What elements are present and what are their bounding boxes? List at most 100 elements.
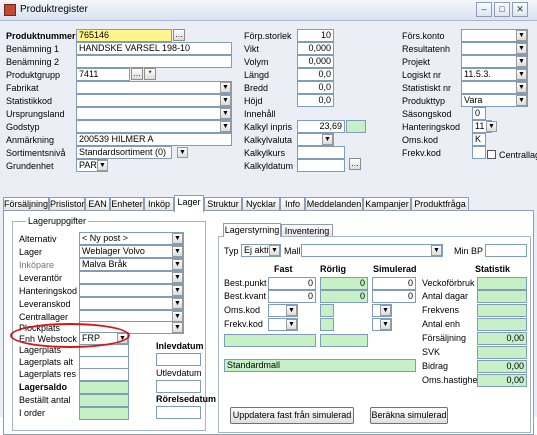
- tab-info[interactable]: Info: [280, 197, 305, 211]
- typ-dropdown-icon[interactable]: ▼: [269, 245, 280, 256]
- produktnummer-lookup-button[interactable]: …: [173, 29, 185, 41]
- leveranskod-field[interactable]: [79, 297, 184, 310]
- sortimentsniva-field[interactable]: Standardsortiment (0): [76, 146, 172, 159]
- lager-field[interactable]: Weblager Volvo: [79, 245, 184, 258]
- inkopare-dropdown-icon[interactable]: ▼: [172, 259, 183, 270]
- kalkylvaluta-label: Kalkylvaluta: [244, 135, 293, 145]
- godstyp-dropdown-icon[interactable]: ▼: [220, 121, 231, 132]
- stat-antal-dagar-value: [477, 290, 527, 303]
- godstyp-field[interactable]: [76, 120, 232, 133]
- min-bp-field[interactable]: [485, 244, 527, 257]
- typ-label: Typ: [224, 246, 239, 256]
- tab-ean[interactable]: EAN: [85, 197, 110, 211]
- ursprungsland-dropdown-icon[interactable]: ▼: [220, 108, 231, 119]
- stat-bidrag-label: Bidrag: [422, 361, 449, 371]
- sortimentsniva-dropdown-icon[interactable]: ▼: [177, 147, 188, 158]
- tab-forsaljning[interactable]: Försäljning: [3, 197, 49, 211]
- ls-oms-kod-label: Oms.kod: [224, 305, 261, 315]
- kalkylkurs-field[interactable]: [297, 146, 345, 159]
- ls-oms-kod-dropdown-icon[interactable]: ▼: [286, 305, 297, 316]
- statistikkod-dropdown-icon[interactable]: ▼: [220, 95, 231, 106]
- ls-oms-kod-sim-dropdown-icon[interactable]: ▼: [380, 305, 391, 316]
- resultatenh-dropdown-icon[interactable]: ▼: [516, 43, 527, 54]
- tab-meddelanden[interactable]: Meddelanden: [305, 197, 363, 211]
- volym-field[interactable]: 0,000: [297, 55, 334, 68]
- best-kvant-simulerad-field[interactable]: 0: [372, 290, 416, 303]
- mall-field[interactable]: [301, 244, 443, 257]
- lager-hanteringskod-dropdown-icon[interactable]: ▼: [172, 285, 183, 296]
- close-button[interactable]: ✕: [512, 2, 528, 17]
- vikt-field[interactable]: 0,000: [297, 42, 334, 55]
- alternativ-field[interactable]: < Ny post >: [79, 232, 184, 245]
- bredd-field[interactable]: 0,0: [297, 81, 334, 94]
- ls-frekv-kod-rorlig-field: [320, 318, 334, 331]
- langd-field[interactable]: 0,0: [297, 68, 334, 81]
- alternativ-dropdown-icon[interactable]: ▼: [172, 233, 183, 244]
- fabrikat-dropdown-icon[interactable]: ▼: [220, 82, 231, 93]
- anmarkning-field[interactable]: 200539 HILMER A: [76, 133, 232, 146]
- tab-lager[interactable]: Lager: [174, 195, 204, 212]
- window-title: Produktregister: [20, 4, 88, 15]
- hojd-field[interactable]: 0,0: [297, 94, 334, 107]
- inlevdatum-label: Inlevdatum: [156, 341, 204, 351]
- leverantor-field[interactable]: [79, 271, 184, 284]
- tab-struktur[interactable]: Struktur: [204, 197, 242, 211]
- mall-label: Mall: [284, 246, 301, 256]
- benamning2-field[interactable]: [76, 55, 232, 68]
- tab-kampanjer[interactable]: Kampanjer: [363, 197, 411, 211]
- ls-frekv-kod-dropdown-icon[interactable]: ▼: [286, 319, 297, 330]
- sasongskod-field[interactable]: 0: [472, 107, 486, 120]
- minimize-button[interactable]: –: [476, 2, 492, 17]
- grundenhet-dropdown-icon[interactable]: ▼: [97, 160, 108, 171]
- best-punkt-simulerad-field[interactable]: 0: [372, 277, 416, 290]
- hanteringskod-dropdown-icon[interactable]: ▼: [486, 121, 497, 132]
- stat-frekvens-label: Frekvens: [422, 305, 460, 315]
- best-punkt-fast-field[interactable]: 0: [268, 277, 316, 290]
- leverantor-dropdown-icon[interactable]: ▼: [172, 272, 183, 283]
- frekv-kod-field[interactable]: [472, 146, 486, 159]
- produktgrupp-star-button[interactable]: *: [144, 68, 156, 80]
- lagersaldo-field: [79, 381, 129, 394]
- logiskt-nr-dropdown-icon[interactable]: ▼: [516, 69, 527, 80]
- kalkyldatum-picker-button[interactable]: …: [349, 158, 361, 170]
- fabrikat-field[interactable]: [76, 81, 232, 94]
- statistiskt-nr-dropdown-icon[interactable]: ▼: [516, 82, 527, 93]
- inkopare-label: Inköpare: [19, 260, 55, 270]
- tab-prislistor[interactable]: Prislistor: [49, 197, 85, 211]
- forp-storlek-field[interactable]: 10: [297, 29, 334, 42]
- kalkyldatum-field[interactable]: [297, 159, 345, 172]
- best-kvant-fast-field[interactable]: 0: [268, 290, 316, 303]
- tab-enheter[interactable]: Enheter: [110, 197, 144, 211]
- projekt-dropdown-icon[interactable]: ▼: [516, 56, 527, 67]
- tab-inkop[interactable]: Inköp: [144, 197, 174, 211]
- fors-konto-dropdown-icon[interactable]: ▼: [516, 30, 527, 41]
- best-punkt-label: Best.punkt: [224, 278, 267, 288]
- statistikkod-field[interactable]: [76, 94, 232, 107]
- lagerplats-res-field[interactable]: [79, 368, 129, 381]
- plockplats-dropdown-icon[interactable]: ▼: [172, 322, 183, 333]
- lageruppgifter-title: Lageruppgifter: [26, 216, 89, 226]
- update-fast-from-simulated-button[interactable]: Uppdatera fast från simulerad: [230, 407, 354, 424]
- kalkyl-inpris-field[interactable]: 23,69: [297, 120, 345, 133]
- maximize-button[interactable]: □: [494, 2, 510, 17]
- lager-dropdown-icon[interactable]: ▼: [172, 246, 183, 257]
- ls-frekv-kod-sim-dropdown-icon[interactable]: ▼: [380, 319, 391, 330]
- benamning1-field[interactable]: HANDSKE VARSEL 198-10: [76, 42, 232, 55]
- subtab-lagerstyrning[interactable]: Lagerstyrning: [223, 223, 281, 237]
- produktgrupp-field[interactable]: 7411: [76, 68, 130, 81]
- lager-hanteringskod-field[interactable]: [79, 284, 184, 297]
- tab-nycklar[interactable]: Nycklar: [242, 197, 280, 211]
- tab-produktfraga[interactable]: Produktfråga: [411, 197, 469, 211]
- produktnummer-field[interactable]: 765146: [76, 29, 172, 42]
- kalkylvaluta-dropdown-icon[interactable]: ▼: [322, 134, 333, 145]
- calculate-simulated-button[interactable]: Beräkna simulerad: [370, 407, 448, 424]
- oms-kod-field[interactable]: K: [472, 133, 486, 146]
- centrallager-checkbox[interactable]: [487, 150, 496, 159]
- stat-antal-dagar-label: Antal dagar: [422, 291, 469, 301]
- mall-dropdown-icon[interactable]: ▼: [431, 245, 442, 256]
- ursprungsland-field[interactable]: [76, 107, 232, 120]
- produktgrupp-lookup-button[interactable]: …: [131, 68, 143, 80]
- leveranskod-dropdown-icon[interactable]: ▼: [172, 298, 183, 309]
- produkttyp-dropdown-icon[interactable]: ▼: [516, 95, 527, 106]
- inkopare-field[interactable]: Malva Bråk: [79, 258, 184, 271]
